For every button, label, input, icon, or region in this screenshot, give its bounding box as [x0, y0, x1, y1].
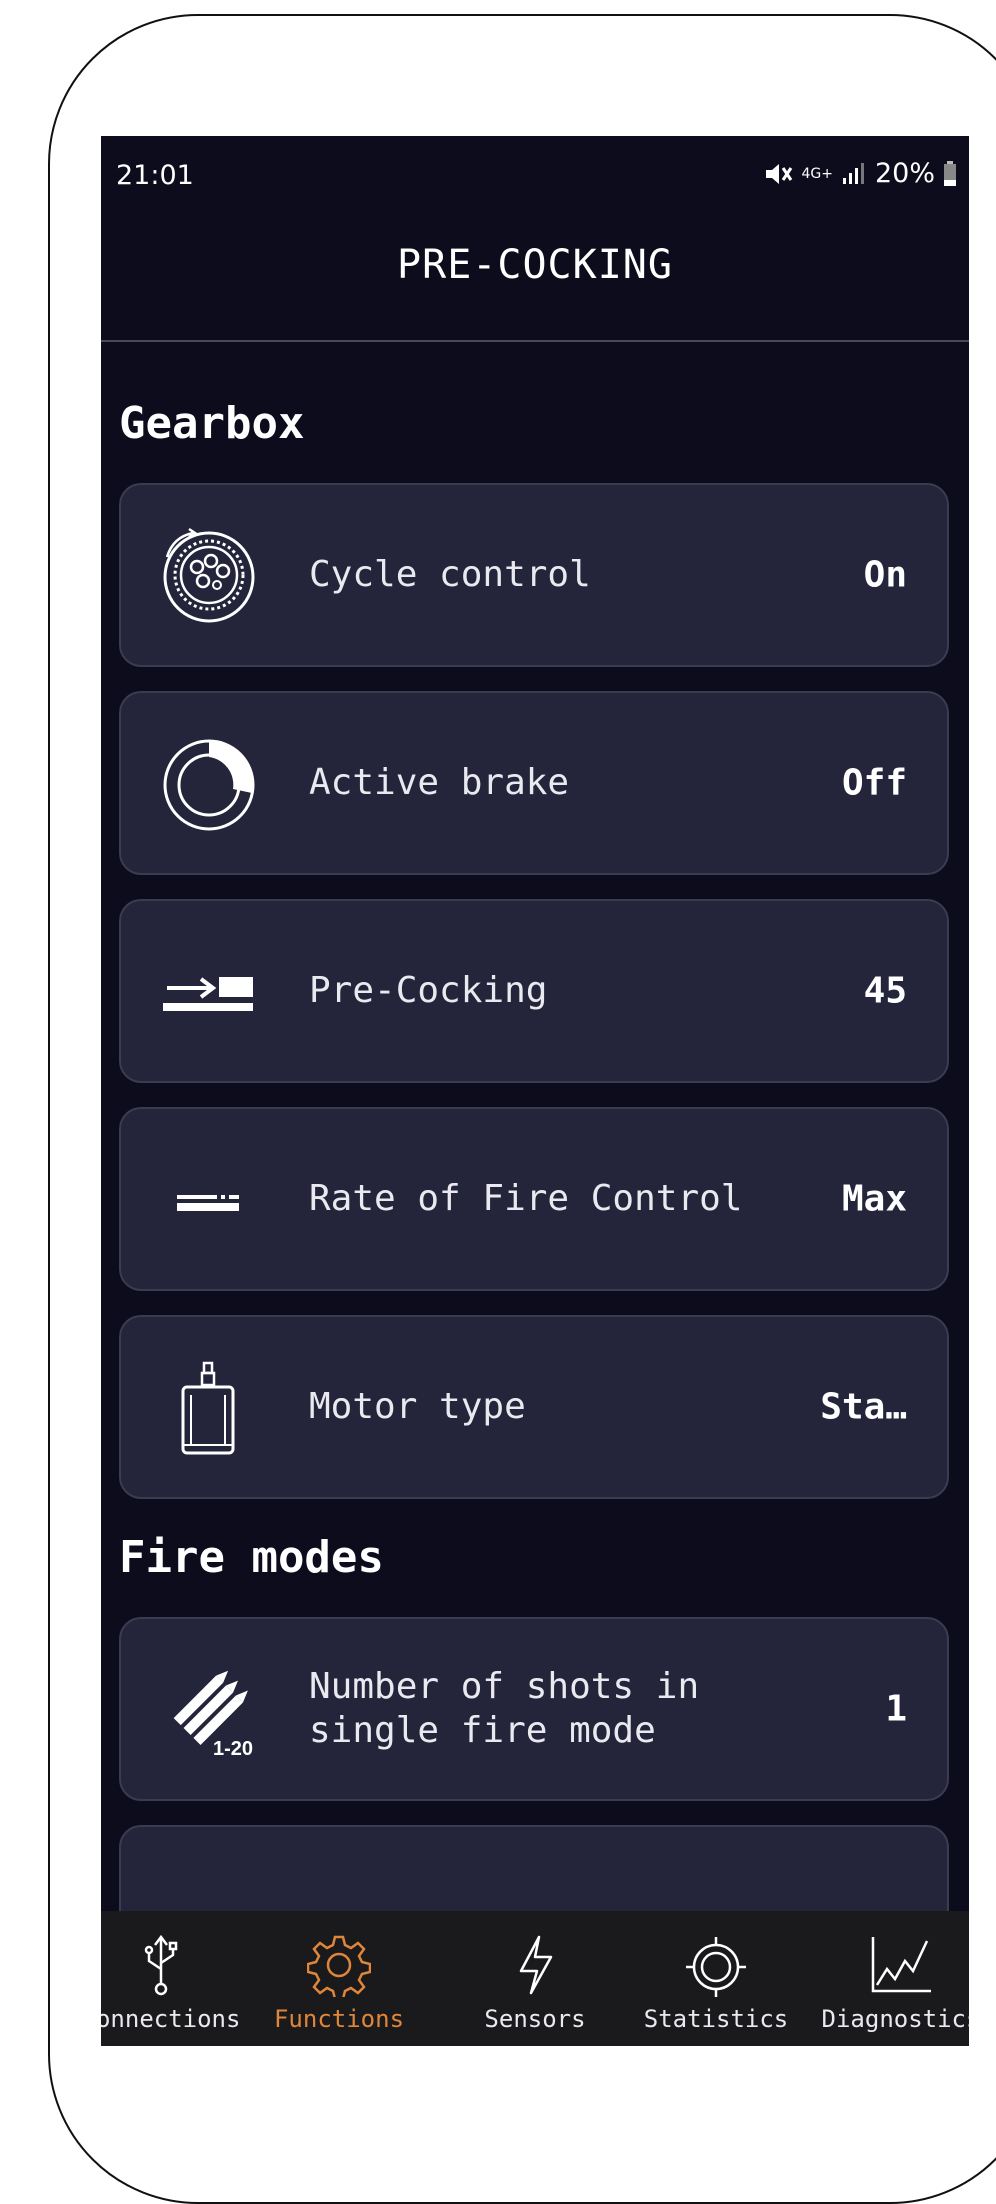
active-brake-value: Off: [841, 762, 907, 804]
pre-cocking-icon: [163, 977, 253, 1011]
pre-cocking-label: Pre-Cocking: [309, 970, 548, 1011]
nav-diagnostics-label: Diagnostics: [821, 2005, 969, 2033]
status-time: 21:01: [116, 160, 194, 191]
pre-cocking-value: 45: [863, 970, 907, 1012]
rate-of-fire-icon: [177, 1195, 239, 1211]
status-bar: 21:01 4G+ 20%: [101, 136, 969, 218]
lightning-icon: [519, 1935, 553, 1995]
shots-single-fire-value: 1: [885, 1688, 907, 1730]
section-label-fire-modes: Fire modes: [119, 1532, 384, 1583]
nav-connections-label: Connections: [101, 2005, 241, 2033]
motor-type-row[interactable]: Motor type Sta…: [119, 1315, 949, 1499]
cycle-control-value: On: [863, 554, 907, 596]
pre-cocking-row[interactable]: Pre-Cocking 45: [119, 899, 949, 1083]
section-label-gearbox: Gearbox: [119, 398, 305, 449]
motor-type-value: Sta…: [820, 1386, 907, 1428]
usb-icon: [144, 1934, 178, 1996]
cycle-control-icon: [163, 527, 255, 623]
rate-of-fire-row[interactable]: Rate of Fire Control Max: [119, 1107, 949, 1291]
battery-icon: [944, 160, 956, 186]
shots-icon: 1-20: [173, 1670, 257, 1760]
active-brake-icon: [163, 739, 255, 831]
target-icon: [686, 1937, 746, 1997]
page-title: PRE-COCKING: [397, 242, 673, 288]
active-brake-label: Active brake: [309, 762, 570, 803]
svg-text:1-20: 1-20: [213, 1738, 253, 1760]
header-divider: [101, 340, 969, 342]
signal-icon: [842, 162, 864, 184]
line-chart-icon: [871, 1937, 931, 1993]
nav-statistics-label: Statistics: [643, 2005, 789, 2033]
cycle-control-label: Cycle control: [309, 554, 591, 595]
mute-icon: [766, 163, 793, 184]
shots-single-fire-row[interactable]: 1-20 Number of shots in single fire mode…: [119, 1617, 949, 1801]
nav-statistics[interactable]: Statistics: [626, 1911, 806, 2046]
motor-type-label: Motor type: [309, 1386, 526, 1427]
rate-of-fire-label: Rate of Fire Control: [309, 1178, 743, 1219]
active-brake-row[interactable]: Active brake Off: [119, 691, 949, 875]
battery-percent: 20%: [874, 158, 935, 189]
nav-sensors[interactable]: Sensors: [445, 1911, 625, 2046]
bottom-navigation: Connections Functions Sensors: [101, 1911, 969, 2046]
app-screen: 21:01 4G+ 20% PRE-COCKING Gearbox Cycle …: [101, 136, 969, 2046]
status-indicators: 4G+ 20%: [763, 158, 957, 189]
nav-functions-label: Functions: [273, 2005, 405, 2033]
nav-connections[interactable]: Connections: [101, 1911, 251, 2046]
network-indicator: 4G+: [801, 165, 833, 182]
motor-icon: [181, 1361, 235, 1455]
nav-functions[interactable]: Functions: [249, 1911, 429, 2046]
nav-diagnostics[interactable]: Diagnostics: [811, 1911, 969, 2046]
nav-sensors-label: Sensors: [484, 2005, 586, 2033]
shots-single-fire-label: Number of shots in single fire mode: [309, 1666, 700, 1751]
cycle-control-row[interactable]: Cycle control On: [119, 483, 949, 667]
rate-of-fire-value: Max: [841, 1178, 907, 1220]
gear-icon: [307, 1935, 371, 1997]
